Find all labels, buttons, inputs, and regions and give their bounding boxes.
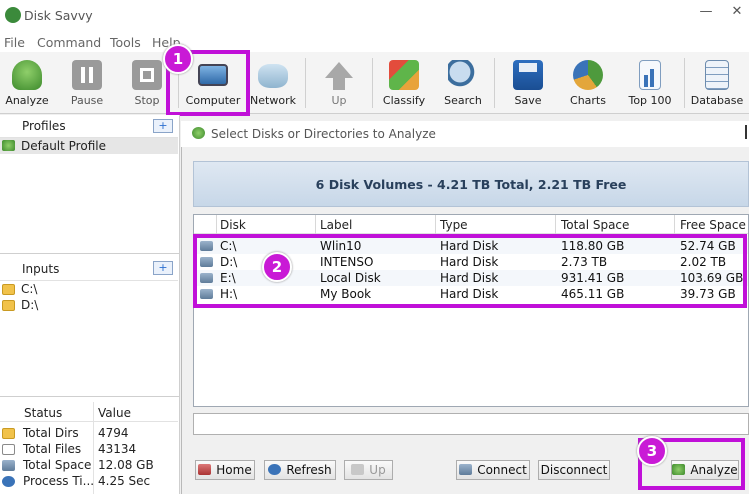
folder-icon (2, 284, 15, 295)
up-button[interactable]: Up (344, 460, 393, 480)
summary-text: 6 Disk Volumes - 4.21 TB Total, 2.21 TB … (315, 177, 627, 192)
column-header-disk[interactable]: Disk (220, 218, 246, 232)
pause-icon (72, 60, 102, 90)
up-arrow-icon (325, 62, 353, 78)
menu-tools[interactable]: Tools (110, 35, 141, 50)
menu-file[interactable]: File (4, 35, 25, 50)
input-item-c[interactable]: C:\ (21, 282, 37, 296)
classify-toolbar-button[interactable]: Classify (378, 56, 430, 112)
column-header-type[interactable]: Type (440, 218, 468, 232)
dialog-app-icon (192, 127, 205, 139)
disk-savvy-logo-icon (5, 7, 21, 23)
analyze-icon (12, 60, 42, 90)
classify-icon (389, 60, 419, 90)
disk-icon (2, 460, 15, 471)
input-item-d[interactable]: D:\ (21, 298, 38, 312)
top100-icon (639, 60, 661, 90)
file-icon (2, 444, 15, 455)
path-input[interactable] (193, 413, 749, 435)
dialog-title: Select Disks or Directories to Analyze (211, 127, 436, 141)
dialog-close-icon[interactable] (745, 125, 747, 139)
status-label: Total Dirs (23, 426, 79, 440)
profiles-title: Profiles (22, 119, 66, 133)
charts-toolbar-button[interactable]: Charts (563, 56, 613, 112)
pause-toolbar-button[interactable]: Pause (62, 56, 112, 112)
top100-toolbar-button[interactable]: Top 100 (624, 56, 676, 112)
minimize-button[interactable]: — (690, 4, 722, 28)
profile-label: Default Profile (21, 139, 106, 153)
save-icon (513, 60, 543, 90)
search-toolbar-button[interactable]: Search (438, 56, 488, 112)
refresh-icon (268, 464, 282, 475)
menu-command[interactable]: Command (37, 35, 101, 50)
save-toolbar-button[interactable]: Save (503, 56, 553, 112)
callout-badge-2: 2 (262, 252, 292, 282)
database-icon (705, 60, 729, 90)
refresh-button[interactable]: Refresh (264, 460, 336, 480)
column-header-label[interactable]: Label (320, 218, 352, 232)
toolbar-separator (684, 58, 685, 108)
folder-icon (2, 300, 15, 311)
search-icon (448, 60, 478, 90)
home-button[interactable]: Home (195, 460, 255, 480)
charts-icon (573, 60, 603, 90)
window-title: Disk Savvy (24, 8, 93, 23)
database-toolbar-button[interactable]: Database (688, 56, 746, 112)
status-value: 4794 (98, 426, 129, 440)
add-profile-button[interactable]: + (153, 119, 173, 133)
connect-icon (459, 464, 473, 475)
value-col-header: Value (98, 406, 131, 420)
title-bar (0, 0, 749, 32)
clock-icon (2, 476, 15, 487)
status-label: Process Ti... (23, 474, 95, 488)
add-input-button[interactable]: + (153, 261, 173, 275)
column-header-total-space[interactable]: Total Space (561, 218, 629, 232)
status-value: 12.08 GB (98, 458, 154, 472)
inputs-title: Inputs (22, 262, 60, 276)
close-button[interactable]: ✕ (725, 4, 749, 28)
network-toolbar-button[interactable]: Network (247, 56, 299, 112)
up-toolbar-button[interactable]: Up (314, 56, 364, 112)
home-icon (198, 464, 212, 475)
status-label: Total Files (23, 442, 82, 456)
toolbar-separator (494, 58, 495, 108)
toolbar-separator (305, 58, 306, 108)
network-icon (258, 64, 288, 88)
profile-icon (2, 140, 15, 151)
connect-button[interactable]: Connect (456, 460, 530, 480)
toolbar-separator (372, 58, 373, 108)
callout-badge-1: 1 (163, 44, 193, 74)
column-header-free-space[interactable]: Free Space (680, 218, 746, 232)
callout-badge-3: 3 (637, 436, 667, 466)
status-label: Total Space (23, 458, 92, 472)
stop-icon (132, 60, 162, 90)
disconnect-button[interactable]: Disconnect (538, 460, 610, 480)
analyze-toolbar-button[interactable]: Analyze (2, 56, 52, 112)
status-col-header: Status (24, 406, 63, 420)
folder-icon (2, 428, 15, 439)
status-value: 43134 (98, 442, 137, 456)
status-value: 4.25 Sec (98, 474, 151, 488)
up-arrow-icon (351, 464, 365, 475)
table-header (194, 215, 748, 234)
